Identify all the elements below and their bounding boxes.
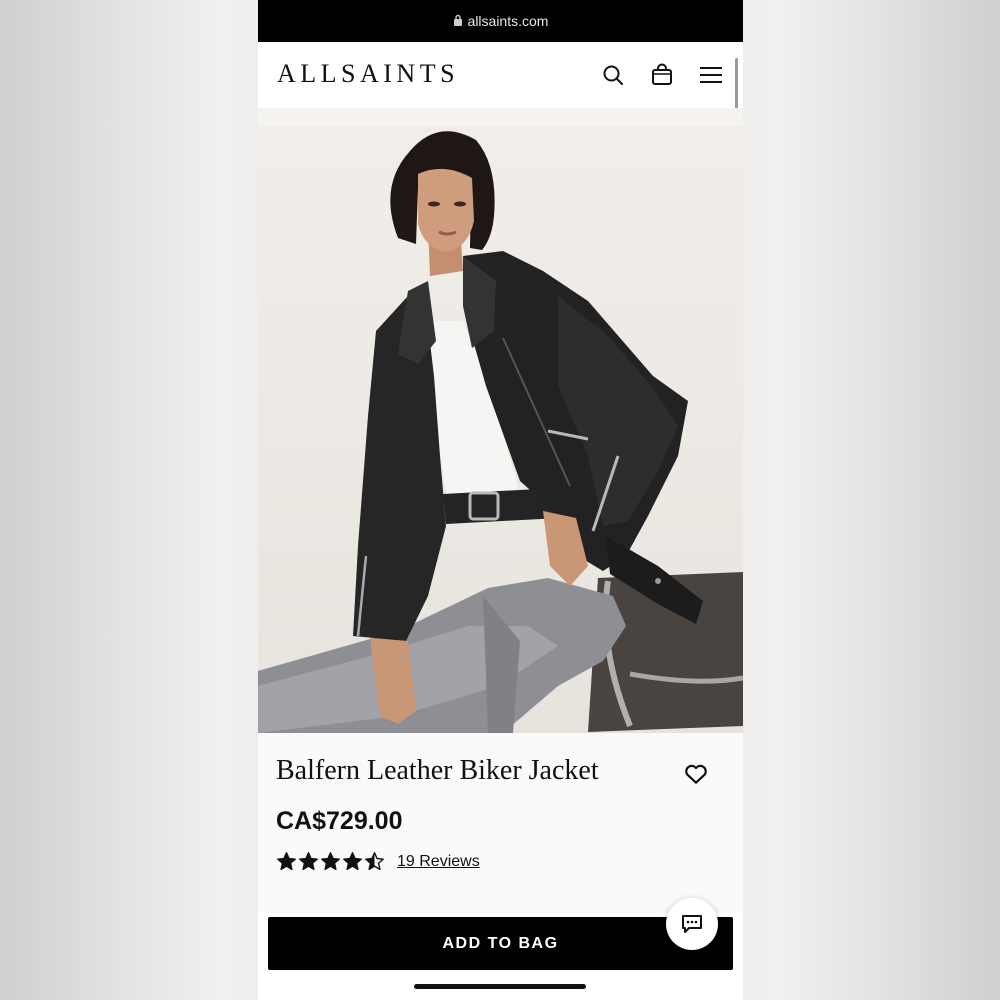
browser-url: allsaints.com (467, 13, 549, 29)
search-icon[interactable] (601, 63, 625, 87)
star-icon (298, 851, 319, 872)
rating-stars (276, 851, 385, 872)
home-indicator[interactable] (414, 984, 586, 989)
bag-icon[interactable] (650, 63, 674, 87)
browser-url-bar[interactable]: allsaints.com (258, 0, 743, 42)
star-icon (320, 851, 341, 872)
chat-icon[interactable] (666, 898, 718, 950)
reviews-link[interactable]: 19 Reviews (397, 853, 480, 871)
hero-top-strip (258, 108, 743, 126)
brand-logo[interactable]: ALLSAINTS (277, 59, 459, 89)
product-image[interactable] (258, 126, 743, 733)
menu-icon[interactable] (699, 63, 723, 87)
phone-screen: allsaints.com ALLSAINTS Balfern Leather … (258, 0, 743, 1000)
product-title: Balfern Leather Biker Jacket (276, 755, 599, 786)
star-icon (276, 851, 297, 872)
add-to-bag-button[interactable]: ADD TO BAG (268, 917, 733, 970)
site-header: ALLSAINTS (258, 42, 743, 108)
star-icon (364, 851, 385, 872)
product-price: CA$729.00 (276, 807, 403, 835)
product-info: Balfern Leather Biker Jacket CA$729.00 1… (258, 733, 743, 913)
star-icon (342, 851, 363, 872)
lock-icon (453, 13, 463, 29)
heart-icon[interactable] (683, 761, 709, 787)
